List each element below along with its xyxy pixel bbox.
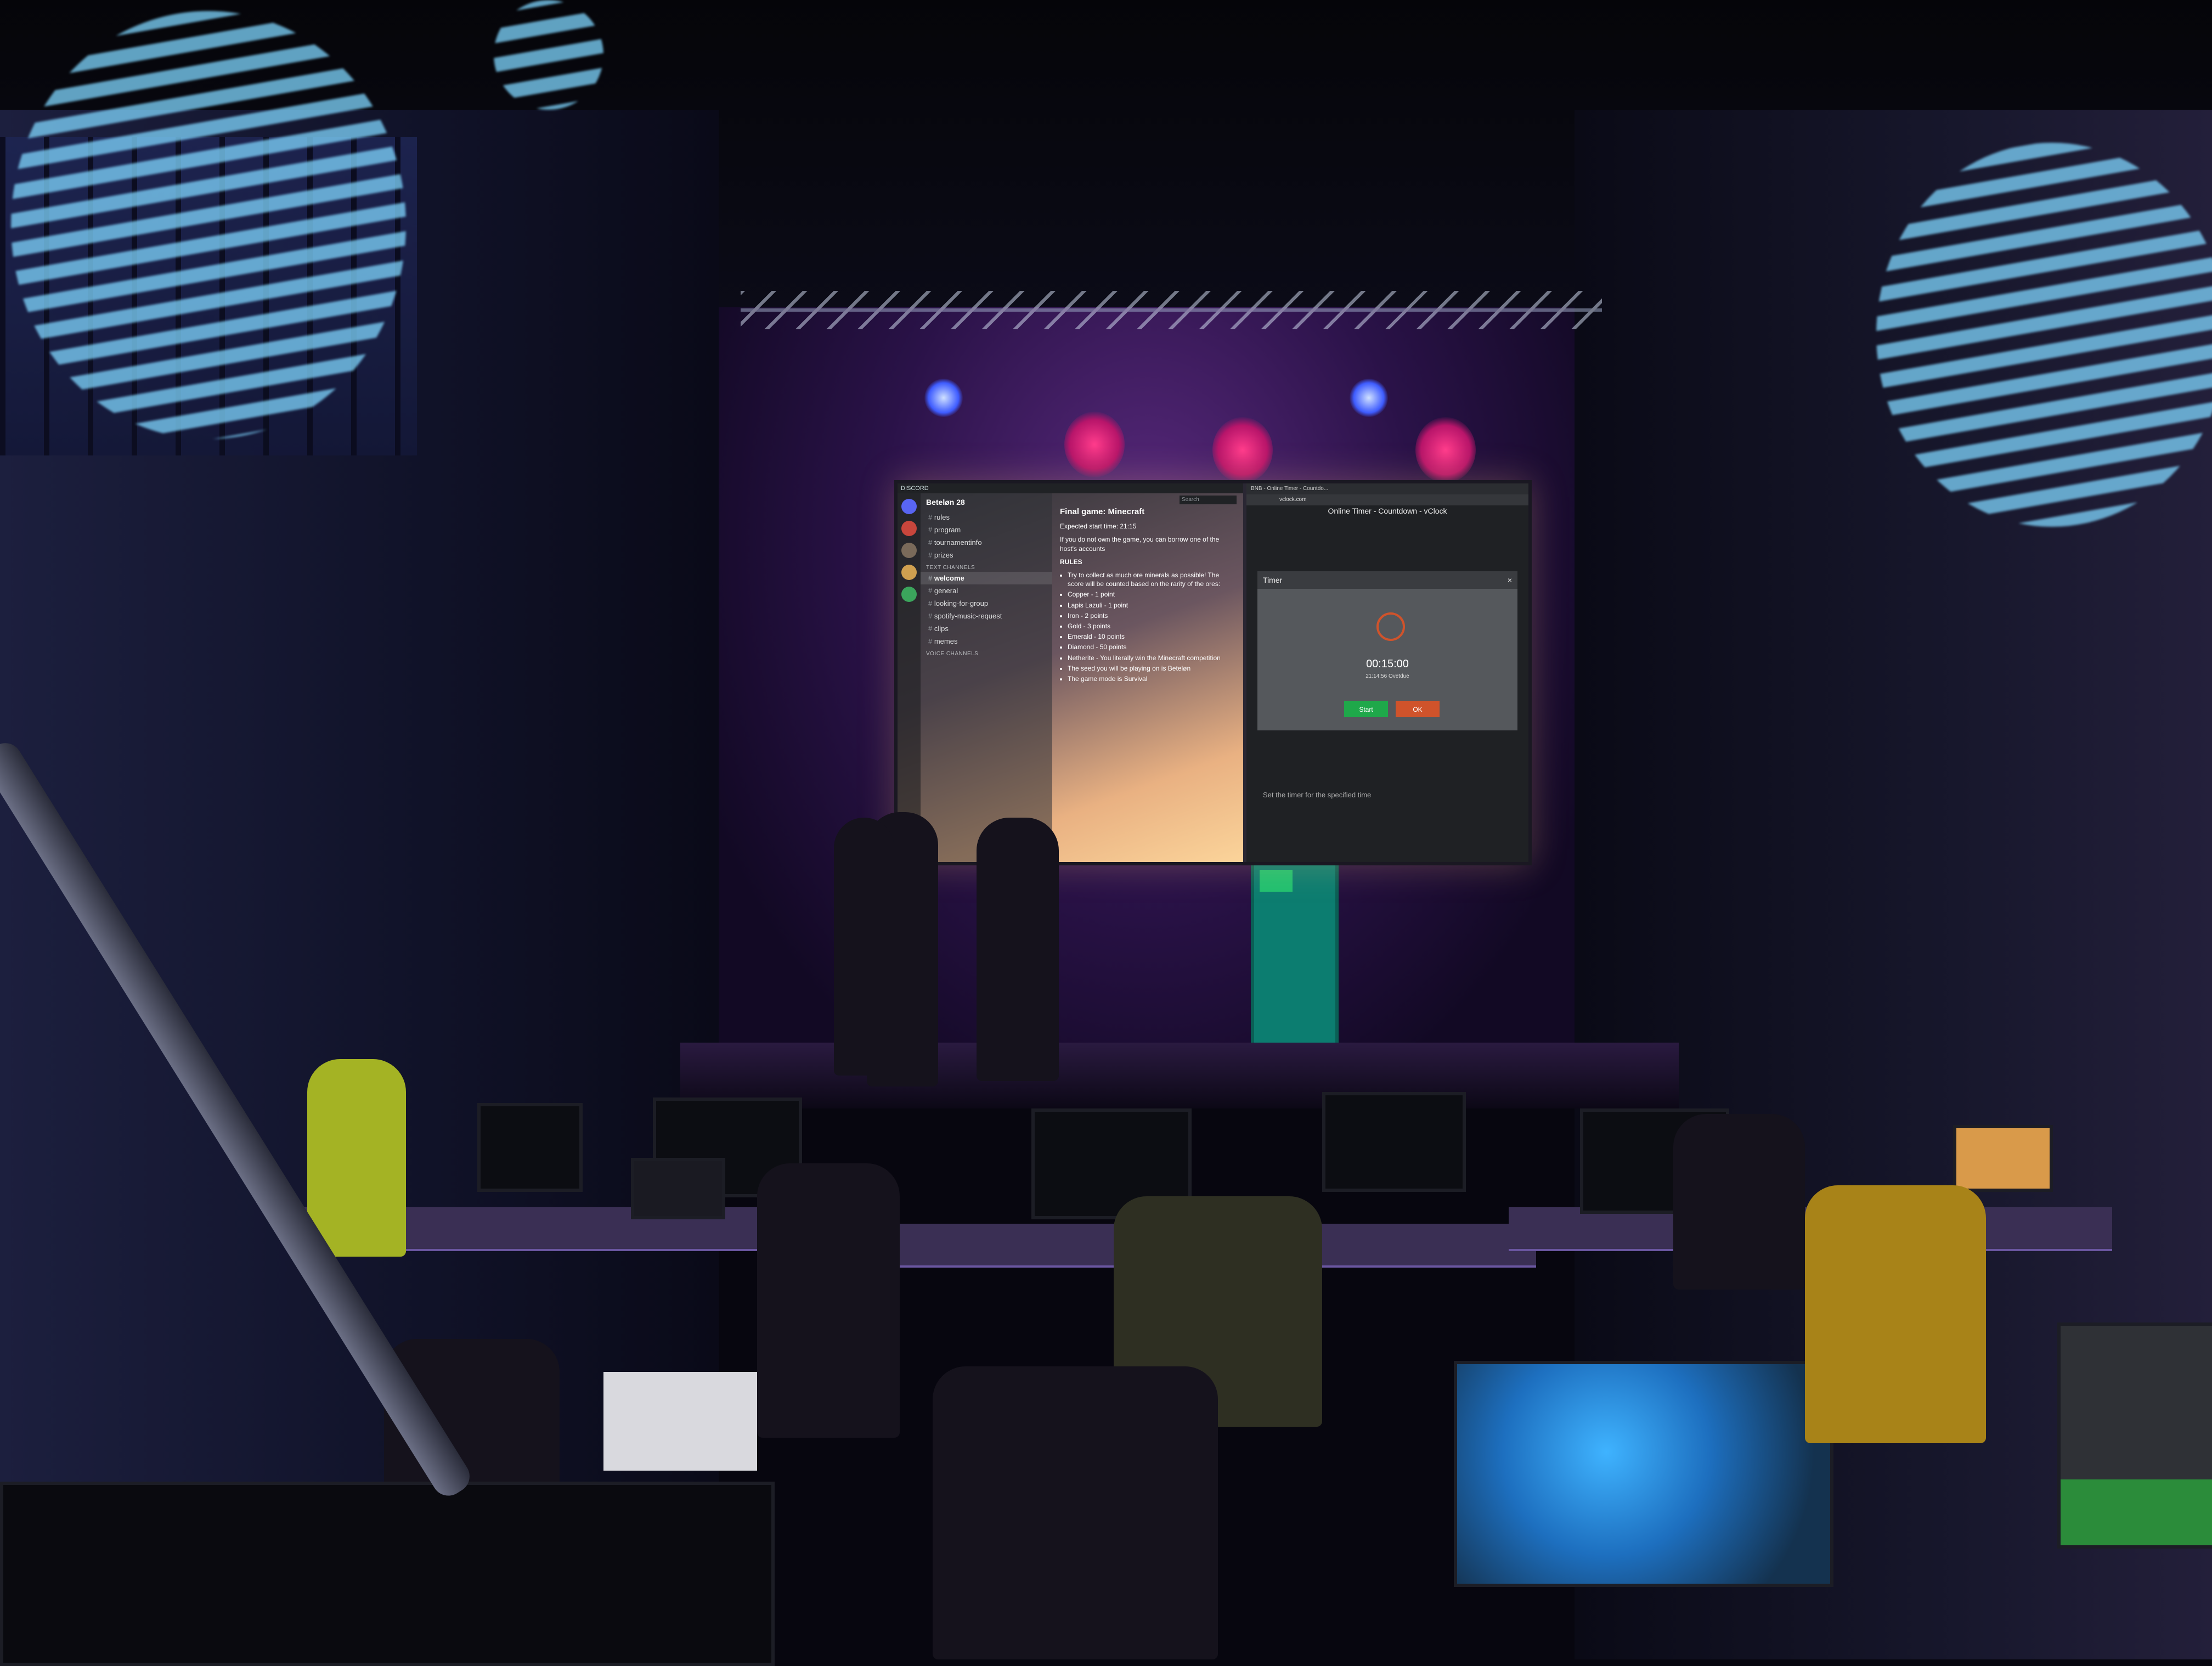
gobo-light-right bbox=[1876, 143, 2212, 527]
channel-item[interactable]: clips bbox=[921, 622, 1052, 635]
stage-light-pink-3 bbox=[1415, 417, 1476, 483]
rule-item: The game mode is Survival bbox=[1068, 674, 1235, 683]
stage-light-blue-right bbox=[1350, 379, 1388, 417]
timer-dialog-title: Timer bbox=[1257, 571, 1517, 589]
channel-item[interactable]: memes bbox=[921, 635, 1052, 648]
channel-item[interactable]: looking-for-group bbox=[921, 597, 1052, 610]
player bbox=[307, 1059, 406, 1257]
browser-tab[interactable]: BNB - Online Timer - Countdo... bbox=[1246, 483, 1528, 494]
rule-item: Lapis Lazuli - 1 point bbox=[1068, 601, 1235, 610]
channel-sidebar: Beteløn 28 rules program tournamentinfo … bbox=[921, 493, 1052, 862]
person-on-stage bbox=[834, 818, 894, 1076]
channel-item[interactable]: prizes bbox=[921, 549, 1052, 561]
player bbox=[757, 1163, 900, 1438]
address-bar[interactable]: vclock.com bbox=[1246, 494, 1528, 505]
announcement-heading: Final game: Minecraft bbox=[1060, 507, 1145, 516]
channel-item[interactable]: general bbox=[921, 584, 1052, 597]
laptop bbox=[603, 1372, 757, 1471]
rule-item: The seed you will be playing on is Betel… bbox=[1068, 664, 1235, 673]
rules-label: RULES bbox=[1060, 558, 1082, 566]
server-icon[interactable] bbox=[901, 565, 917, 580]
gobo-light-left bbox=[11, 11, 406, 439]
channel-item[interactable]: program bbox=[921, 524, 1052, 536]
monitor bbox=[1322, 1092, 1466, 1192]
rule-item: Gold - 3 points bbox=[1068, 622, 1235, 631]
stage-light-pink-2 bbox=[1212, 417, 1273, 483]
channel-category[interactable]: VOICE CHANNELS bbox=[921, 648, 1052, 658]
browser-window: BNB - Online Timer - Countdo... vclock.c… bbox=[1246, 483, 1528, 862]
timer-description: Set the timer for the specified time bbox=[1263, 791, 1372, 799]
presenter-with-mic bbox=[977, 818, 1059, 1081]
server-list bbox=[898, 493, 921, 862]
chat-pane: Search Final game: Minecraft Expected st… bbox=[1052, 493, 1243, 862]
chat-monitor bbox=[2057, 1322, 2212, 1549]
server-icon[interactable] bbox=[901, 521, 917, 536]
discord-titlebar: DISCORD bbox=[898, 483, 1243, 493]
timer-dialog: Timer × 00:15:00 21:14:56 Ovetdue Start … bbox=[1257, 571, 1517, 730]
channel-item-active[interactable]: welcome bbox=[921, 572, 1052, 584]
stage-light-pink-1 bbox=[1064, 412, 1125, 477]
game-monitor bbox=[1454, 1361, 1833, 1587]
channel-item[interactable]: rules bbox=[921, 511, 1052, 524]
ok-button[interactable]: OK bbox=[1396, 701, 1440, 717]
announcement-note: If you do not own the game, you can borr… bbox=[1060, 536, 1220, 553]
page-title: Online Timer - Countdown - vClock bbox=[1328, 506, 1447, 515]
monitor bbox=[477, 1103, 583, 1192]
close-icon[interactable]: × bbox=[1508, 571, 1512, 589]
search-input[interactable]: Search bbox=[1180, 496, 1237, 504]
rule-item: Try to collect as much ore minerals as p… bbox=[1068, 571, 1235, 588]
server-name[interactable]: Beteløn 28 bbox=[921, 493, 1052, 511]
channel-category[interactable]: TEXT CHANNELS bbox=[921, 561, 1052, 572]
player bbox=[1673, 1114, 1805, 1290]
rule-item: Emerald - 10 points bbox=[1068, 632, 1235, 641]
monitor bbox=[1953, 1125, 2053, 1192]
server-icon[interactable] bbox=[901, 543, 917, 558]
start-time: Expected start time: 21:15 bbox=[1060, 522, 1137, 531]
player bbox=[933, 1366, 1218, 1659]
projection-screen: DISCORD Beteløn 28 rules program tournam… bbox=[894, 480, 1532, 865]
rule-item: Diamond - 50 points bbox=[1068, 643, 1235, 651]
player bbox=[1805, 1185, 1986, 1443]
channel-item[interactable]: tournamentinfo bbox=[921, 536, 1052, 549]
server-icon[interactable] bbox=[901, 499, 917, 514]
timer-icon bbox=[1376, 612, 1405, 641]
timer-subtext: 21:14:56 Ovetdue bbox=[1365, 673, 1409, 679]
timer-display: 00:15:00 bbox=[1366, 658, 1409, 670]
exit-sign bbox=[1260, 870, 1293, 892]
lighting-truss bbox=[741, 291, 1602, 329]
start-button[interactable]: Start bbox=[1344, 701, 1388, 717]
server-icon[interactable] bbox=[901, 587, 917, 602]
foreground-monitor bbox=[0, 1482, 775, 1666]
rule-item: Copper - 1 point bbox=[1068, 590, 1235, 599]
stage-light-blue-left bbox=[924, 379, 963, 417]
discord-window: DISCORD Beteløn 28 rules program tournam… bbox=[898, 483, 1243, 862]
rule-item: Netherite - You literally win the Minecr… bbox=[1068, 654, 1235, 662]
gobo-light-top bbox=[494, 0, 603, 110]
channel-item[interactable]: spotify-music-request bbox=[921, 610, 1052, 622]
laptop-screen bbox=[631, 1158, 725, 1219]
rule-item: Iron - 2 points bbox=[1068, 611, 1235, 620]
rules-list: Try to collect as much ore minerals as p… bbox=[1060, 571, 1235, 683]
stage-floor bbox=[680, 1043, 1679, 1108]
